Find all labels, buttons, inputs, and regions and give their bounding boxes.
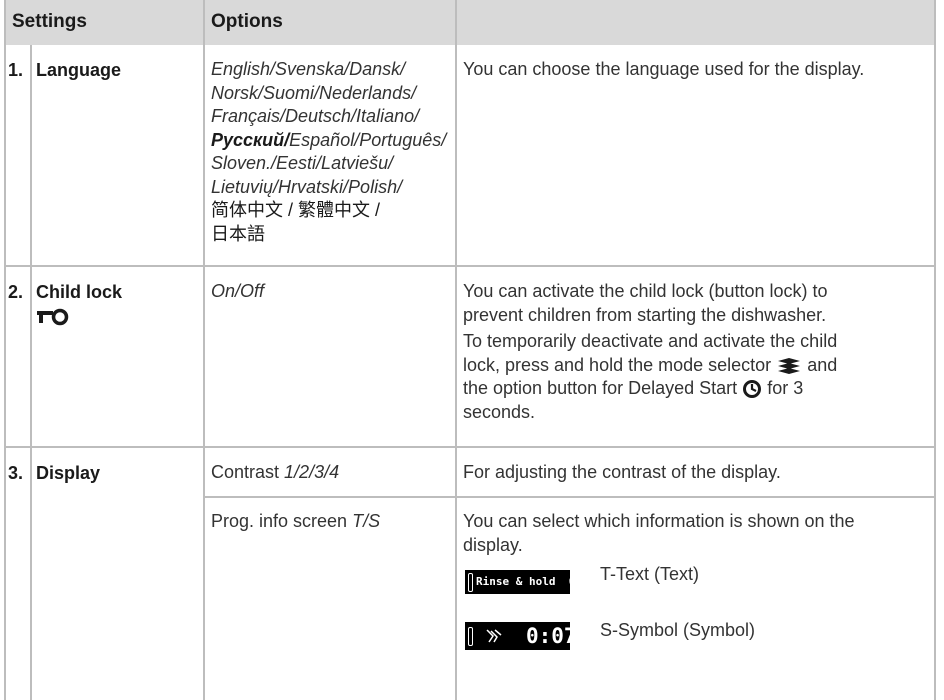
prog-info-description: You can select which information is show… <box>463 510 925 557</box>
prog-info-value: T/S <box>352 511 381 531</box>
display-bar-icon <box>468 573 473 592</box>
contrast-description: For adjusting the contrast of the displa… <box>463 462 781 482</box>
header-description-cell <box>457 0 936 45</box>
options-line: English/Svenska/Dansk/ <box>211 59 406 79</box>
contrast-option: Contrast 1/2/3/4 <box>211 461 339 485</box>
contrast-value: 1/2/3/4 <box>284 462 340 482</box>
row-number: 1. <box>8 60 24 80</box>
language-options: English/Svenska/Dansk/ Norsk/Suomi/Neder… <box>211 58 446 246</box>
setting-title-language: Language <box>36 60 122 80</box>
prog-info-option: Prog. info screen T/S <box>211 510 380 534</box>
description-line: To temporarily deactivate and activate t… <box>463 331 838 351</box>
header-options-cell: Options <box>205 0 455 45</box>
description-line: display. <box>463 534 523 555</box>
rinse-symbol-icon <box>486 629 502 643</box>
border-num <box>30 45 32 700</box>
symbol-mode-display: 0:07 <box>465 622 577 650</box>
mode-selector-icon <box>778 357 801 374</box>
text-mode-display: Rinse & hold 0:07 <box>465 570 595 594</box>
display-bar-icon <box>468 627 473 646</box>
child-lock-description: You can activate the child lock (button … <box>463 280 925 424</box>
options-line-rest: Español/Português/ <box>289 129 447 150</box>
clock-icon <box>743 380 762 399</box>
symbol-mode-display-text: 0:07 <box>526 624 577 648</box>
text-mode-caption: T-Text (Text) <box>600 564 700 584</box>
header-settings-cell: Settings <box>6 0 203 45</box>
symbol-mode-caption: S-Symbol (Symbol) <box>600 620 756 640</box>
row-number: 3. <box>8 463 24 483</box>
options-line: Français/Deutsch/Italiano/ <box>211 106 420 126</box>
description-line: You can activate the child lock (button … <box>463 281 828 301</box>
child-lock-options: On/Off <box>211 281 265 301</box>
setting-title-child-lock: Child lock <box>36 282 123 302</box>
contrast-label: Contrast <box>211 462 280 482</box>
header-settings: Settings <box>12 11 87 32</box>
row-divider-2 <box>4 446 936 448</box>
prog-info-label: Prog. info screen <box>211 511 348 531</box>
options-line: Norsk/Suomi/Nederlands/ <box>211 82 417 103</box>
language-description: You can choose the language used for the… <box>463 59 865 79</box>
border-settings <box>203 0 205 700</box>
row-number: 2. <box>8 282 24 302</box>
border-right <box>934 0 936 700</box>
settings-table: Settings Options 1. Language English/Sve… <box>2 0 936 700</box>
row-divider-1 <box>4 265 936 267</box>
setting-title-display: Display <box>36 463 101 483</box>
description-text: and <box>807 354 838 375</box>
options-line: Русский/Español/Português/ <box>211 129 446 153</box>
description-text: the option button for Delayed Start <box>463 378 738 398</box>
border-left <box>4 0 6 700</box>
text-mode-display-text: Rinse & hold 0:07 <box>476 575 596 588</box>
header-options: Options <box>211 11 283 32</box>
description-line: lock, press and hold the mode selector a… <box>463 354 925 378</box>
options-line: Sloven./Eesti/Latviešu/ <box>211 153 394 173</box>
options-line: Lietuvių/Hrvatski/Polish/ <box>211 176 403 197</box>
description-text: for 3 <box>767 378 804 398</box>
key-icon <box>37 308 69 326</box>
description-text: lock, press and hold the mode selector <box>463 354 772 375</box>
description-line: seconds. <box>463 401 536 422</box>
options-line: 日本語 <box>211 223 265 244</box>
description-line: prevent children from starting the dishw… <box>463 304 827 325</box>
border-options <box>455 0 457 700</box>
description-line: You can select which information is show… <box>463 511 855 531</box>
options-russian: Русский/ <box>211 129 290 150</box>
description-line: the option button for Delayed Start for … <box>463 377 925 401</box>
row-divider-3 <box>203 496 936 498</box>
options-line: 简体中文 / 繁體中文 / <box>211 200 381 220</box>
